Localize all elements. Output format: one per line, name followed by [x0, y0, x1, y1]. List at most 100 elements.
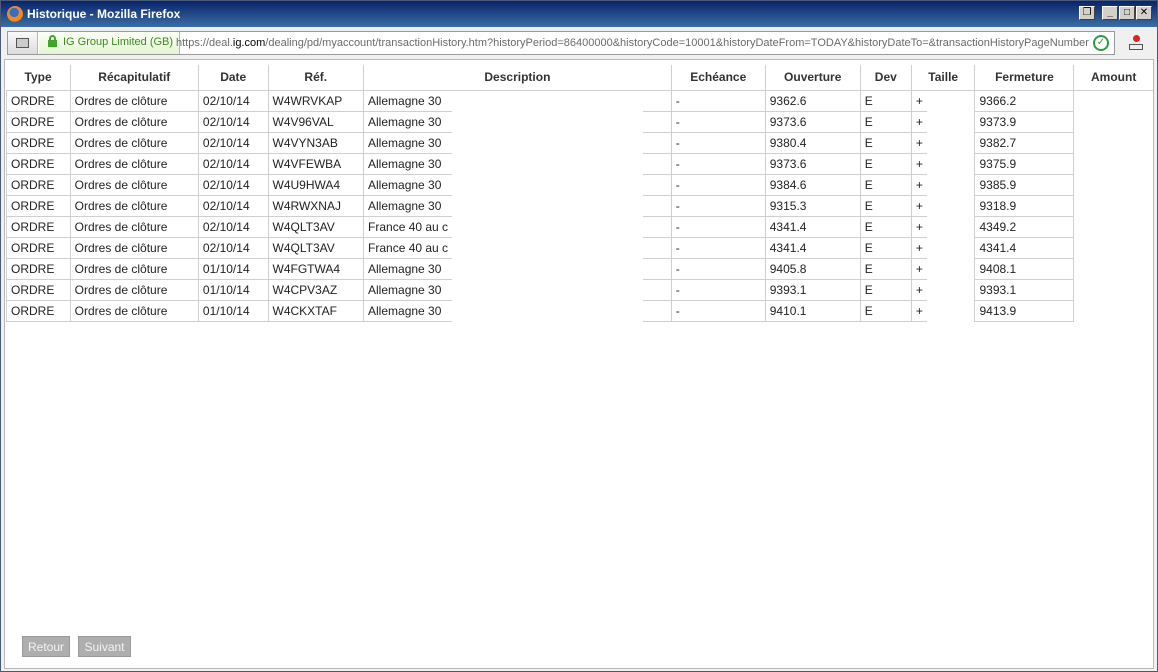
cell-description-end: [642, 215, 672, 238]
cell-amount: [1074, 300, 1153, 321]
cell-description-end: [642, 236, 672, 259]
cell-description-gap: [452, 111, 643, 132]
cell-type: ORDRE: [6, 257, 71, 280]
table-row[interactable]: ORDRE Ordres de clôture 02/10/14 W4QLT3AV Fr…: [6, 215, 1154, 238]
cell-description: Allemagne 30: [363, 173, 453, 196]
addon-icon[interactable]: [1128, 35, 1144, 51]
cell-recap: Ordres de clôture: [69, 215, 199, 238]
site-identity[interactable]: IG Group Limited (GB): [39, 32, 181, 54]
previous-button[interactable]: Retour: [22, 636, 71, 657]
cell-amount: [1074, 174, 1153, 195]
close-button[interactable]: ✕: [1136, 6, 1152, 20]
table-row[interactable]: ORDRE Ordres de clôture 02/10/14 W4RWXNAJ Al…: [6, 194, 1154, 217]
cell-date: 02/10/14: [197, 236, 268, 259]
cell-ref: W4QLT3AV: [267, 236, 364, 259]
next-button[interactable]: Suivant: [78, 636, 131, 657]
cell-dev: E: [859, 173, 912, 196]
cell-ref: W4FGTWA4: [267, 257, 364, 280]
cell-taille-gap: [927, 258, 975, 279]
cell-description: Allemagne 30: [363, 257, 453, 280]
cell-recap: Ordres de clôture: [69, 299, 199, 322]
table-row[interactable]: ORDRE Ordres de clôture 02/10/14 W4V96VAL Al…: [6, 110, 1154, 133]
address-bar[interactable]: IG Group Limited (GB) https://deal.ig.co…: [7, 31, 1115, 55]
table-header-row: Type Récapitulatif Date Réf. Description…: [6, 65, 1153, 91]
cell-description-end: [642, 152, 672, 175]
table-row[interactable]: ORDRE Ordres de clôture 02/10/14 W4VFEWBA Al…: [6, 152, 1154, 175]
col-header-fermeture[interactable]: Fermeture: [974, 65, 1075, 91]
table-row[interactable]: ORDRE Ordres de clôture 01/10/14 W4CKXTAF Al…: [6, 299, 1154, 322]
cell-date: 02/10/14: [197, 89, 268, 112]
cell-recap: Ordres de clôture: [69, 152, 199, 175]
cell-taille: +: [910, 236, 927, 259]
cell-type: ORDRE: [6, 89, 71, 112]
cell-fermeture: 9385.9: [974, 173, 1075, 196]
cell-recap: Ordres de clôture: [69, 236, 199, 259]
col-header-dev[interactable]: Dev: [859, 65, 912, 91]
cell-date: 02/10/14: [197, 194, 268, 217]
cell-echeance: -: [670, 299, 766, 322]
cell-description: Allemagne 30: [363, 152, 453, 175]
restore-window-icon[interactable]: ❐: [1079, 6, 1095, 20]
cell-echeance: -: [670, 194, 766, 217]
col-header-date[interactable]: Date: [197, 65, 269, 91]
browser-window: Historique - Mozilla Firefox ❐ _ □ ✕ IG …: [0, 0, 1158, 672]
table-row[interactable]: ORDRE Ordres de clôture 02/10/14 W4WRVKAP Al…: [6, 89, 1154, 112]
cell-ref: W4CPV3AZ: [267, 278, 364, 301]
cell-dev: E: [859, 131, 912, 154]
cell-description: Allemagne 30: [363, 131, 453, 154]
window-title: Historique - Mozilla Firefox: [27, 7, 181, 21]
table-row[interactable]: ORDRE Ordres de clôture 02/10/14 W4U9HWA4 Al…: [6, 173, 1154, 196]
table-row[interactable]: ORDRE Ordres de clôture 02/10/14 W4VYN3AB Al…: [6, 131, 1154, 154]
cell-date: 01/10/14: [197, 278, 268, 301]
url-text[interactable]: https://deal.ig.com/dealing/pd/myaccount…: [176, 37, 1092, 49]
cell-description-gap: [452, 279, 643, 300]
cell-description-end: [642, 299, 672, 322]
cell-echeance: -: [670, 110, 766, 133]
table-row[interactable]: ORDRE Ordres de clôture 01/10/14 W4FGTWA4 Al…: [6, 257, 1154, 280]
cell-taille: +: [910, 257, 927, 280]
cell-dev: E: [859, 194, 912, 217]
table-row[interactable]: ORDRE Ordres de clôture 01/10/14 W4CPV3AZ Al…: [6, 278, 1154, 301]
cell-fermeture: 9382.7: [974, 131, 1075, 154]
cell-ouverture: 9380.4: [764, 131, 861, 154]
col-header-ouverture[interactable]: Ouverture: [764, 65, 861, 91]
cell-taille-gap: [927, 279, 975, 300]
cell-ref: W4WRVKAP: [267, 89, 364, 112]
cell-type: ORDRE: [6, 236, 71, 259]
cell-recap: Ordres de clôture: [69, 89, 199, 112]
cell-type: ORDRE: [6, 194, 71, 217]
check-icon[interactable]: ✓: [1093, 35, 1109, 51]
cell-amount: [1074, 195, 1153, 216]
cell-description-gap: [452, 258, 643, 279]
cell-recap: Ordres de clôture: [69, 173, 199, 196]
col-header-recap[interactable]: Récapitulatif: [69, 65, 199, 91]
cell-description-end: [642, 257, 672, 280]
page-icon[interactable]: [8, 32, 38, 54]
cell-description-gap: [452, 174, 643, 195]
cell-description: Allemagne 30: [363, 110, 453, 133]
maximize-button[interactable]: □: [1119, 6, 1135, 20]
cell-dev: E: [859, 278, 912, 301]
cell-ouverture: 9315.3: [764, 194, 861, 217]
minimize-button[interactable]: _: [1102, 6, 1118, 20]
col-header-amount[interactable]: Amount: [1073, 65, 1153, 91]
cell-dev: E: [859, 110, 912, 133]
cell-dev: E: [859, 299, 912, 322]
cell-taille: +: [910, 131, 927, 154]
col-header-taille[interactable]: Taille: [910, 65, 976, 91]
col-header-echeance[interactable]: Echéance: [670, 65, 766, 91]
table-row[interactable]: ORDRE Ordres de clôture 02/10/14 W4QLT3AV Fr…: [6, 236, 1154, 259]
col-header-type[interactable]: Type: [6, 65, 71, 91]
cell-description: France 40 au c: [363, 215, 453, 238]
cell-recap: Ordres de clôture: [69, 194, 199, 217]
cell-type: ORDRE: [6, 299, 71, 322]
cell-fermeture: 9375.9: [974, 152, 1075, 175]
cell-description-gap: [452, 195, 643, 216]
cell-echeance: -: [670, 257, 766, 280]
col-header-description[interactable]: Description: [363, 65, 672, 91]
cell-description-gap: [452, 216, 643, 237]
cell-taille: +: [910, 152, 927, 175]
cell-description-end: [642, 131, 672, 154]
cell-taille-gap: [927, 90, 975, 111]
col-header-ref[interactable]: Réf.: [267, 65, 365, 91]
